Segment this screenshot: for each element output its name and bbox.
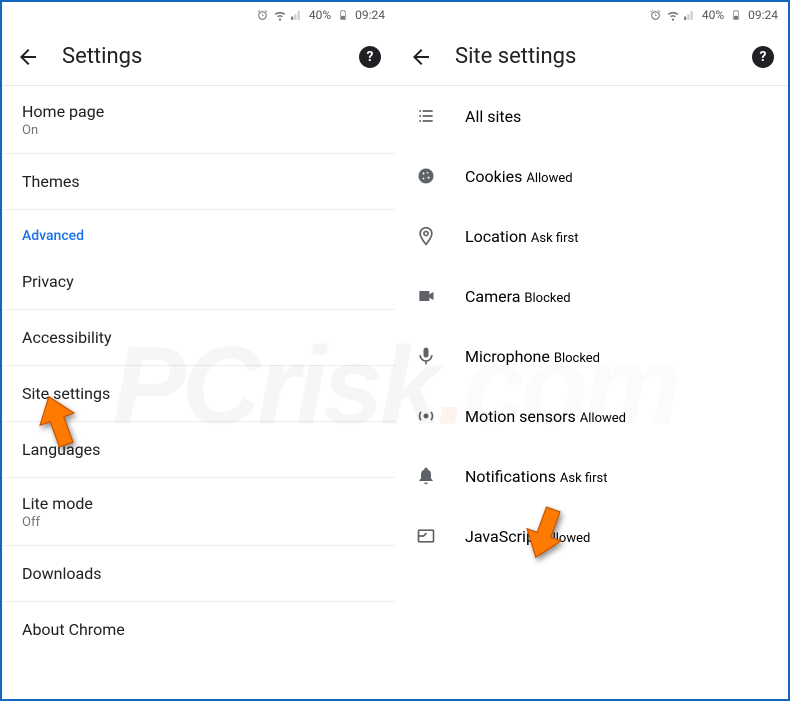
settings-panel: 40% 09:24 Settings ? Home page On Themes… [2,2,395,699]
mic-icon [415,345,437,367]
settings-list: Home page On Themes Advanced Privacy Acc… [2,86,395,699]
wifi-icon [666,8,680,22]
back-button[interactable] [16,45,40,69]
app-bar: Settings ? [2,28,395,86]
row-label: Microphone [465,347,550,366]
row-label: Languages [22,440,100,459]
row-privacy[interactable]: Privacy [2,254,395,310]
app-bar: Site settings ? [395,28,788,86]
wifi-icon [273,8,287,22]
row-label: Themes [22,172,80,191]
row-about-chrome[interactable]: About Chrome [2,602,395,657]
bell-icon [415,465,437,487]
row-label: About Chrome [22,620,125,639]
camera-icon [415,285,437,307]
page-title: Settings [62,44,337,69]
row-site-settings[interactable]: Site settings [2,366,395,422]
row-label: Site settings [22,384,110,403]
status-bar: 40% 09:24 [395,2,788,28]
row-accessibility[interactable]: Accessibility [2,310,395,366]
motion-icon [415,405,437,427]
row-notifications[interactable]: Notifications Ask first [395,446,788,506]
row-sublabel: Off [22,515,93,530]
signal-icon [290,8,304,22]
row-sublabel: Ask first [531,231,579,246]
row-label: Motion sensors [465,407,576,426]
row-languages[interactable]: Languages [2,422,395,478]
alarm-icon [256,8,270,22]
row-motion-sensors[interactable]: Motion sensors Allowed [395,386,788,446]
site-settings-panel: 40% 09:24 Site settings ? All sites Cook… [395,2,788,699]
javascript-icon [415,525,437,547]
row-label: Home page [22,102,104,121]
row-label: Privacy [22,272,74,291]
clock: 09:24 [355,8,385,22]
row-javascript[interactable]: JavaScript Allowed [395,506,788,566]
row-label: Downloads [22,564,101,583]
site-settings-list: All sites Cookies Allowed Location Ask f… [395,86,788,699]
battery-pct: 40% [702,8,724,22]
row-label: Camera [465,287,520,306]
alarm-icon [649,8,663,22]
row-camera[interactable]: Camera Blocked [395,266,788,326]
row-downloads[interactable]: Downloads [2,546,395,602]
battery-pct: 40% [309,8,331,22]
row-label: Accessibility [22,328,112,347]
list-icon [415,105,437,127]
row-label: Location [465,227,527,246]
cookie-icon [415,165,437,187]
row-cookies[interactable]: Cookies Allowed [395,146,788,206]
row-sublabel: Allowed [544,531,590,546]
section-advanced: Advanced [2,210,395,254]
row-themes[interactable]: Themes [2,154,395,210]
row-lite-mode[interactable]: Lite mode Off [2,478,395,546]
row-microphone[interactable]: Microphone Blocked [395,326,788,386]
row-label: Lite mode [22,494,93,513]
page-title: Site settings [455,44,730,69]
row-label: JavaScript [465,527,540,546]
status-bar: 40% 09:24 [2,2,395,28]
help-button[interactable]: ? [752,46,774,68]
help-icon: ? [367,49,374,65]
row-home-page[interactable]: Home page On [2,86,395,154]
help-icon: ? [760,49,767,65]
row-all-sites[interactable]: All sites [395,86,788,146]
row-location[interactable]: Location Ask first [395,206,788,266]
row-sublabel: Blocked [554,351,600,366]
row-sublabel: On [22,123,104,138]
location-icon [415,225,437,247]
clock: 09:24 [748,8,778,22]
row-label: Cookies [465,167,522,186]
back-button[interactable] [409,45,433,69]
signal-icon [683,8,697,22]
row-sublabel: Allowed [526,171,572,186]
row-sublabel: Blocked [524,291,570,306]
row-label: Notifications [465,467,556,486]
help-button[interactable]: ? [359,46,381,68]
row-sublabel: Allowed [580,411,626,426]
battery-icon [336,8,350,22]
row-label: All sites [465,107,521,126]
battery-icon [729,8,743,22]
row-sublabel: Ask first [560,471,608,486]
